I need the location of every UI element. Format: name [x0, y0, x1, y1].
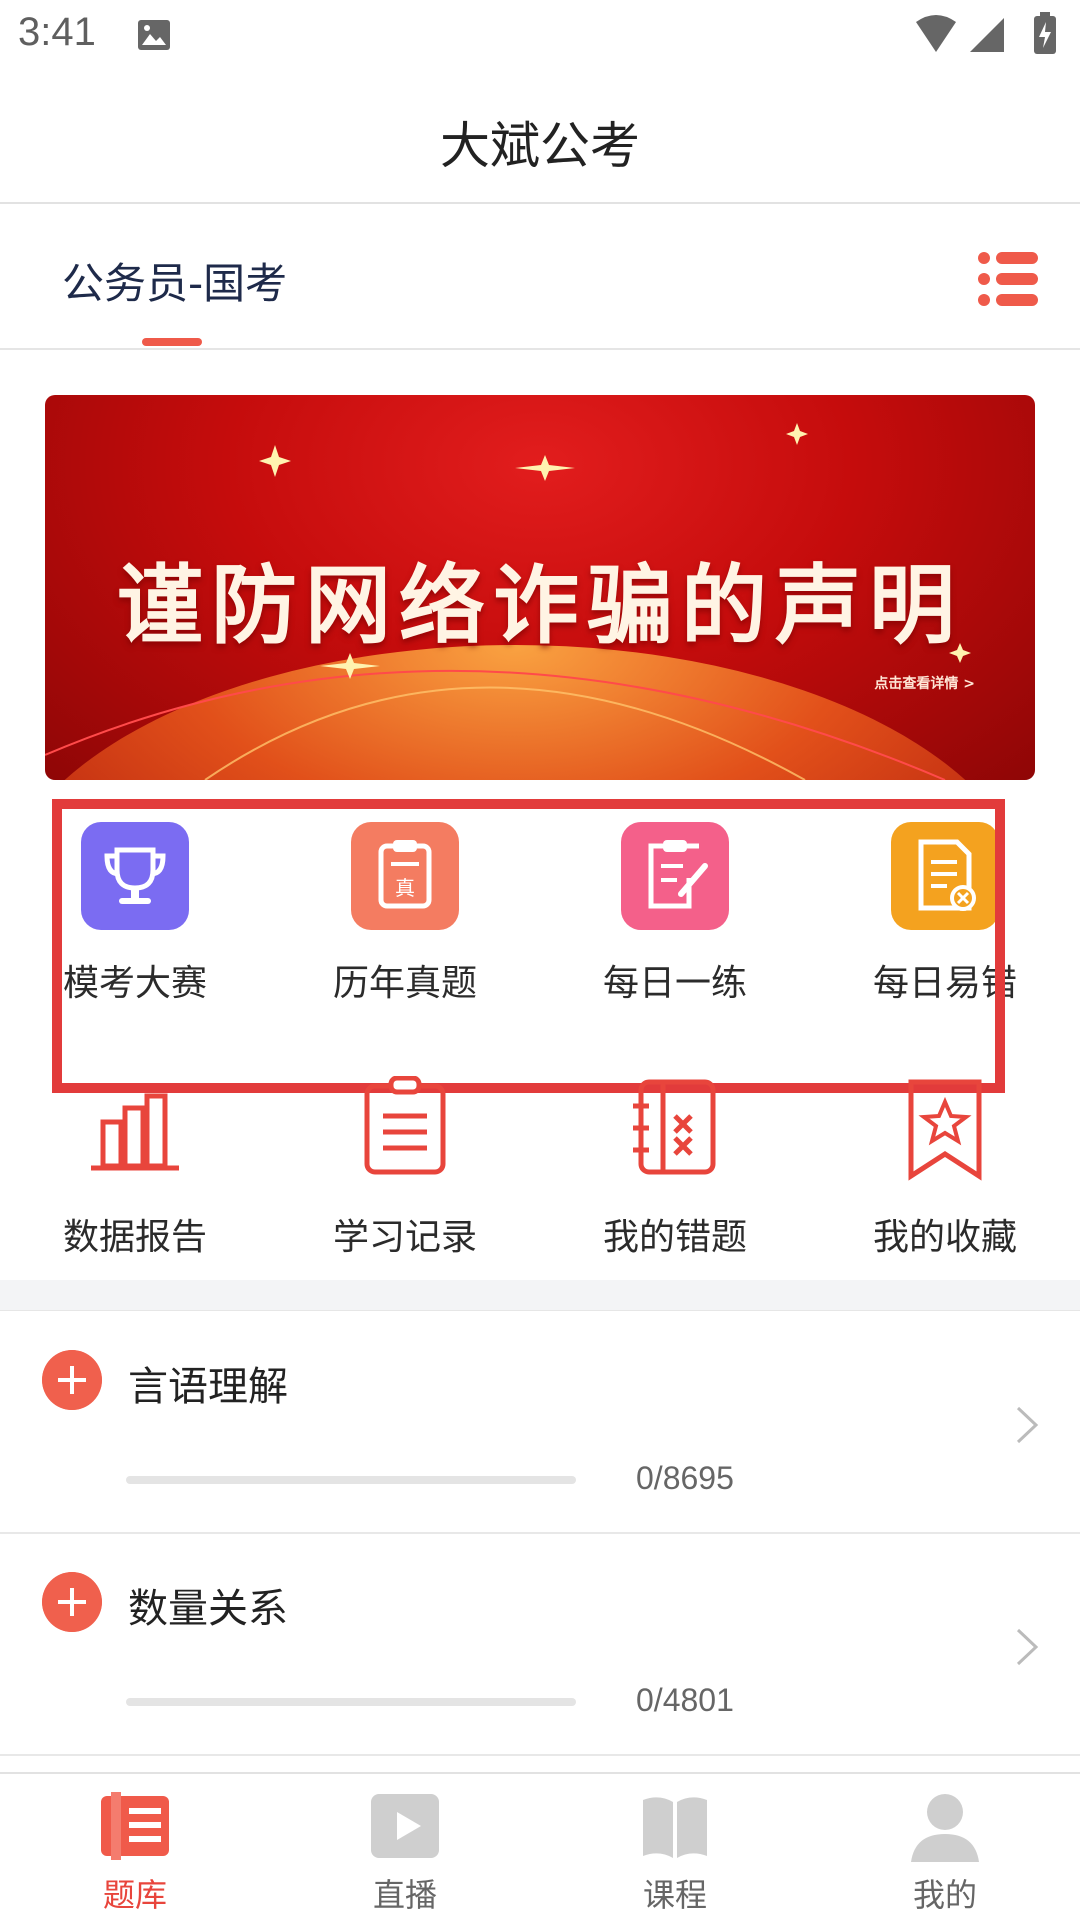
- page-title: 大斌公考: [440, 117, 640, 175]
- progress-bar: [126, 1698, 576, 1706]
- bar-chart-icon: [91, 1093, 179, 1171]
- tab-courses[interactable]: 课程: [540, 1774, 810, 1922]
- chevron-right-icon: [1016, 1628, 1039, 1666]
- status-icons: [916, 12, 1056, 54]
- menu-list-icon[interactable]: [978, 248, 1040, 310]
- question-bank-icon: [101, 1792, 169, 1860]
- tab-question-bank[interactable]: 题库: [0, 1774, 270, 1922]
- book-icon: [643, 1797, 707, 1858]
- tab-mine[interactable]: 我的: [810, 1774, 1080, 1922]
- tool-favorites[interactable]: 我的收藏: [810, 1076, 1080, 1276]
- status-bar: 3:41: [0, 0, 1080, 72]
- expand-plus-icon[interactable]: [42, 1350, 102, 1410]
- progress-bar: [126, 1476, 576, 1484]
- subject-title: 言语理解: [128, 1364, 288, 1410]
- bottom-tab-bar: 题库 直播 课程 我的: [0, 1772, 1080, 1922]
- expand-plus-icon[interactable]: [42, 1572, 102, 1632]
- status-time: 3:41: [18, 10, 96, 54]
- tool-label: 学习记录: [332, 1217, 477, 1258]
- tab-label: 题库: [102, 1876, 167, 1914]
- app-header: 大斌公考: [0, 72, 1080, 204]
- banner-title: 谨防网络诈骗的声明: [117, 556, 963, 656]
- tool-label: 数据报告: [62, 1217, 207, 1258]
- tool-wrong-questions[interactable]: 我的错题: [540, 1076, 810, 1276]
- category-tab-indicator: [142, 338, 202, 346]
- promo-banner[interactable]: 谨防网络诈骗的声明 点击查看详情 >: [45, 395, 1035, 780]
- tool-label: 我的收藏: [872, 1217, 1017, 1258]
- progress-count: 0/4801: [636, 1682, 734, 1718]
- tool-data-report[interactable]: 数据报告: [0, 1076, 270, 1276]
- category-tab[interactable]: 公务员-国考: [62, 250, 287, 311]
- play-icon: [371, 1794, 439, 1858]
- battery-icon: [1034, 12, 1056, 54]
- clipboard-list-icon: [364, 1076, 446, 1175]
- bookmark-star-icon: [908, 1079, 982, 1181]
- tool-label: 我的错题: [602, 1217, 747, 1258]
- tab-live[interactable]: 直播: [270, 1774, 540, 1922]
- subject-title: 数量关系: [128, 1586, 288, 1632]
- wrong-questions-icon: [633, 1079, 716, 1175]
- signal-icon: [970, 18, 1004, 52]
- wifi-icon: [916, 15, 956, 52]
- chevron-right-icon: [1016, 1406, 1039, 1444]
- subject-item[interactable]: 言语理解 0/8695: [0, 1312, 1080, 1534]
- tab-label: 直播: [372, 1876, 437, 1914]
- highlight-box: [52, 799, 1005, 1093]
- category-bar: 公务员-国考: [0, 204, 1080, 350]
- tab-label: 课程: [642, 1876, 707, 1914]
- subject-item[interactable]: 数量关系 0/4801: [0, 1534, 1080, 1756]
- person-icon: [911, 1794, 979, 1862]
- progress-count: 0/8695: [636, 1460, 734, 1496]
- image-notification-icon: [138, 20, 170, 50]
- tool-study-record[interactable]: 学习记录: [270, 1076, 540, 1276]
- tools-grid: 数据报告 学习记录 我的错题 我的收藏: [0, 1076, 1080, 1276]
- section-separator: [0, 1280, 1080, 1311]
- tab-label: 我的: [912, 1876, 977, 1914]
- banner-detail-link[interactable]: 点击查看详情 >: [874, 673, 975, 693]
